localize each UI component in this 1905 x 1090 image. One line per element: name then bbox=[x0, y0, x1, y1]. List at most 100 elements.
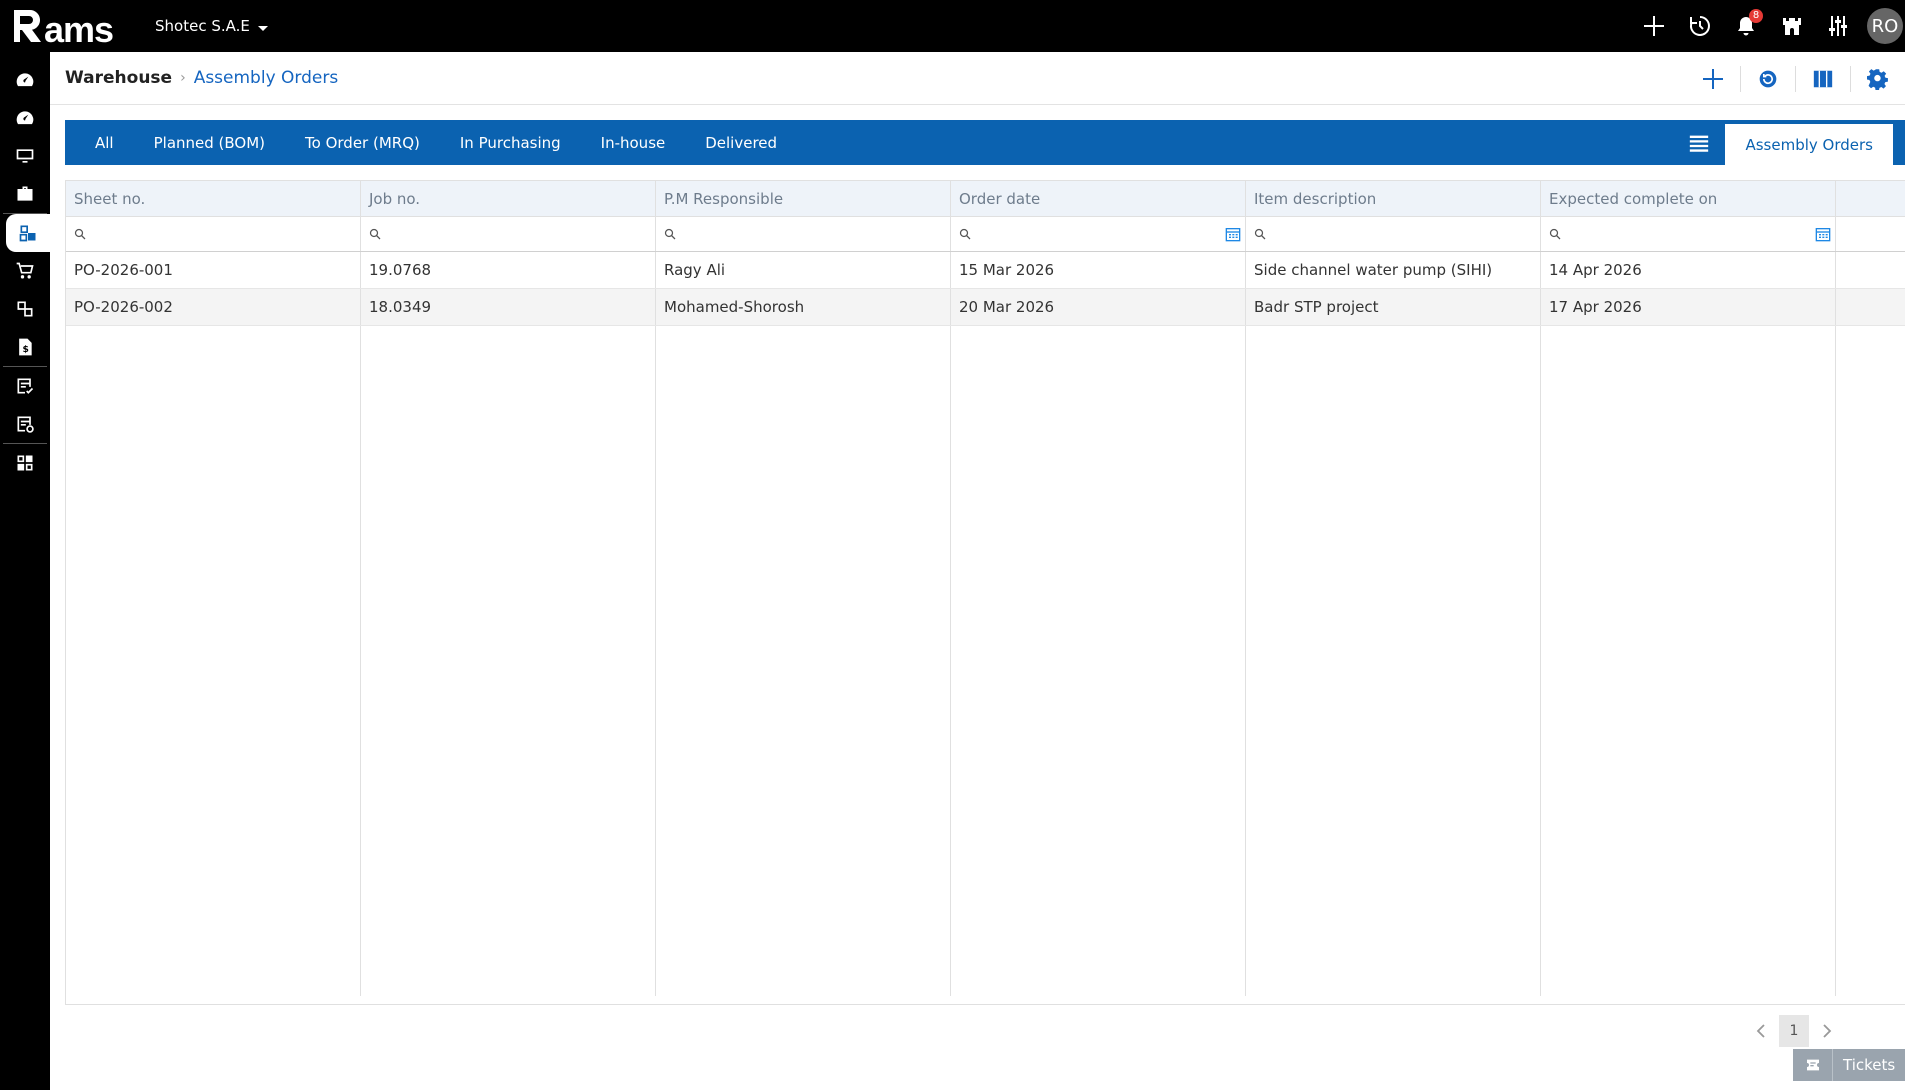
quick-add-button[interactable] bbox=[1631, 0, 1677, 52]
cell-order-date: 20 Mar 2026 bbox=[951, 289, 1246, 325]
tabs-right: Assembly Orders bbox=[1679, 124, 1893, 165]
previous-page-button[interactable] bbox=[1745, 1015, 1777, 1047]
filter-job-no-input[interactable] bbox=[387, 220, 655, 248]
app-logo[interactable]: ams bbox=[0, 0, 140, 52]
settings-sliders-button[interactable] bbox=[1815, 0, 1861, 52]
settings-button[interactable] bbox=[1851, 52, 1905, 105]
top-actions: 8 RO bbox=[1631, 0, 1905, 52]
search-icon bbox=[959, 228, 971, 240]
castle-button[interactable] bbox=[1769, 0, 1815, 52]
tickets-button[interactable]: Tickets bbox=[1793, 1049, 1905, 1081]
plus-icon bbox=[1644, 16, 1664, 36]
boxes-icon bbox=[17, 301, 33, 317]
sidebar-item-document-settings[interactable] bbox=[0, 405, 50, 443]
search-icon bbox=[664, 228, 676, 240]
notification-badge: 8 bbox=[1749, 9, 1763, 23]
column-header-expected-complete[interactable]: Expected complete on bbox=[1541, 181, 1836, 216]
filter-cell bbox=[1246, 217, 1541, 251]
cart-icon bbox=[16, 262, 34, 279]
filter-expected-complete-input[interactable] bbox=[1567, 220, 1815, 248]
tab-to-order-mrq[interactable]: To Order (MRQ) bbox=[285, 120, 440, 165]
column-header-order-date[interactable]: Order date bbox=[951, 181, 1246, 216]
columns-button[interactable] bbox=[1796, 52, 1850, 105]
next-page-button[interactable] bbox=[1811, 1015, 1843, 1047]
chevron-left-icon bbox=[1756, 1024, 1765, 1038]
search-icon bbox=[1549, 228, 1561, 240]
document-settings-icon bbox=[17, 416, 34, 433]
sidebar-item-inventory[interactable] bbox=[0, 290, 50, 328]
sidebar-item-monitor[interactable] bbox=[0, 137, 50, 175]
column-header-sheet-no[interactable]: Sheet no. bbox=[66, 181, 361, 216]
cell-pm-responsible: Mohamed-Shorosh bbox=[656, 289, 951, 325]
sidebar-item-dashboard-2[interactable] bbox=[0, 99, 50, 137]
chevron-right-icon: › bbox=[180, 70, 186, 86]
page-header: Warehouse › Assembly Orders bbox=[50, 52, 1905, 105]
warehouse-icon bbox=[19, 225, 36, 242]
company-selector[interactable]: Shotec S.A.E bbox=[155, 17, 268, 35]
cell-sheet-no: PO-2026-002 bbox=[66, 289, 361, 325]
grid-tiles-icon bbox=[17, 455, 33, 471]
cell-job-no: 18.0349 bbox=[361, 289, 656, 325]
caret-down-icon bbox=[257, 25, 268, 31]
sidebar-item-dashboard[interactable] bbox=[0, 61, 50, 99]
sidebar-item-finance[interactable]: $ bbox=[0, 328, 50, 366]
filter-sheet-no-input[interactable] bbox=[92, 220, 360, 248]
cell-order-date: 15 Mar 2026 bbox=[951, 252, 1246, 288]
document-check-icon bbox=[17, 378, 34, 394]
ticket-icon bbox=[1793, 1049, 1833, 1081]
filter-spacer bbox=[1836, 217, 1904, 251]
sidebar-item-warehouse[interactable] bbox=[6, 214, 50, 252]
tab-all[interactable]: All bbox=[65, 120, 134, 165]
user-avatar[interactable]: RO bbox=[1867, 8, 1903, 44]
header-actions bbox=[1686, 52, 1905, 105]
list-view-button[interactable] bbox=[1679, 124, 1719, 161]
refresh-button[interactable] bbox=[1741, 52, 1795, 105]
sidebar-item-approvals[interactable] bbox=[0, 367, 50, 405]
filter-order-date-input[interactable] bbox=[977, 220, 1225, 248]
column-header-pm-responsible[interactable]: P.M Responsible bbox=[656, 181, 951, 216]
column-lines bbox=[66, 252, 1836, 996]
search-icon bbox=[74, 228, 86, 240]
cell-pm-responsible: Ragy Ali bbox=[656, 252, 951, 288]
column-header-item-description[interactable]: Item description bbox=[1246, 181, 1541, 216]
list-icon bbox=[1690, 135, 1709, 152]
tab-in-purchasing[interactable]: In Purchasing bbox=[440, 120, 581, 165]
add-button[interactable] bbox=[1686, 52, 1740, 105]
top-bar: ams Shotec S.A.E 8 RO bbox=[0, 0, 1905, 52]
cell-sheet-no: PO-2026-001 bbox=[66, 252, 361, 288]
sidebar-item-reports[interactable] bbox=[0, 444, 50, 482]
table-body: PO-2026-001 19.0768 Ragy Ali 15 Mar 2026… bbox=[66, 252, 1905, 1004]
svg-text:$: $ bbox=[23, 344, 29, 355]
refresh-icon bbox=[1759, 70, 1777, 87]
filter-cell bbox=[951, 217, 1246, 251]
castle-icon bbox=[1783, 18, 1801, 35]
cell-expected-complete: 14 Apr 2026 bbox=[1541, 252, 1836, 288]
svg-text:ams: ams bbox=[44, 9, 113, 48]
filter-item-description-input[interactable] bbox=[1272, 220, 1540, 248]
table-row[interactable]: PO-2026-001 19.0768 Ragy Ali 15 Mar 2026… bbox=[66, 252, 1905, 289]
breadcrumb-root[interactable]: Warehouse bbox=[65, 68, 172, 88]
filter-cell bbox=[361, 217, 656, 251]
chevron-right-icon bbox=[1823, 1024, 1832, 1038]
assembly-orders-table: Sheet no. Job no. P.M Responsible Order … bbox=[65, 180, 1905, 1005]
filter-pm-responsible-input[interactable] bbox=[682, 220, 950, 248]
sidebar: $ bbox=[0, 52, 50, 1090]
expected-date-calendar-button[interactable] bbox=[1815, 226, 1831, 242]
tab-assembly-orders[interactable]: Assembly Orders bbox=[1725, 124, 1893, 165]
sidebar-item-projects[interactable] bbox=[0, 175, 50, 213]
column-header-job-no[interactable]: Job no. bbox=[361, 181, 656, 216]
order-date-calendar-button[interactable] bbox=[1225, 226, 1241, 242]
history-button[interactable] bbox=[1677, 0, 1723, 52]
table-row[interactable]: PO-2026-002 18.0349 Mohamed-Shorosh 20 M… bbox=[66, 289, 1905, 326]
tab-planned-bom[interactable]: Planned (BOM) bbox=[134, 120, 285, 165]
tab-delivered[interactable]: Delivered bbox=[685, 120, 797, 165]
filter-cell bbox=[66, 217, 361, 251]
add-icon bbox=[1703, 68, 1723, 89]
notifications-button[interactable]: 8 bbox=[1723, 0, 1769, 52]
history-icon bbox=[1690, 16, 1710, 36]
sidebar-item-purchasing[interactable] bbox=[0, 252, 50, 290]
calendar-icon bbox=[1225, 228, 1241, 242]
tab-in-house[interactable]: In-house bbox=[581, 120, 686, 165]
page-number[interactable]: 1 bbox=[1779, 1015, 1809, 1047]
monitor-icon bbox=[16, 149, 34, 163]
